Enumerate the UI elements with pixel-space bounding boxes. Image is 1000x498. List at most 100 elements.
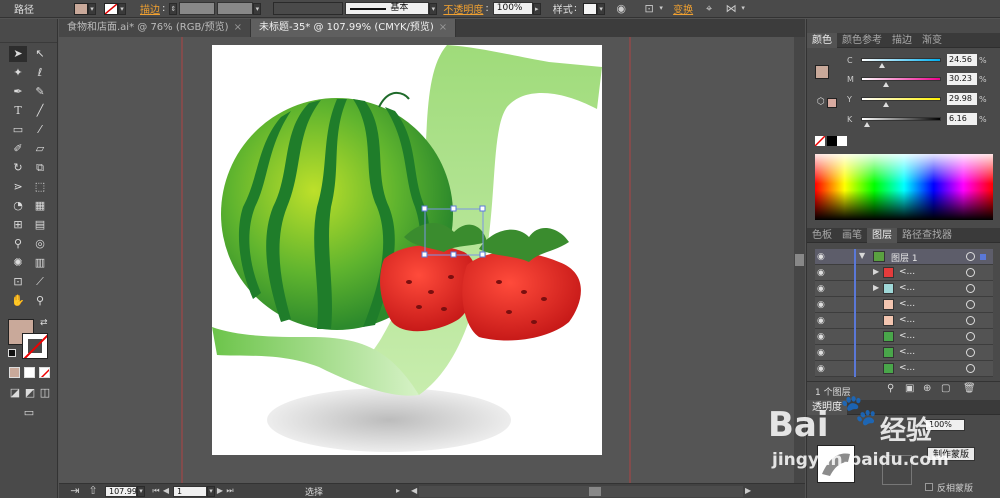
visibility-eye-icon[interactable]: ◉ — [817, 348, 825, 358]
recolor-artwork-icon[interactable]: ◉ — [613, 2, 629, 16]
isolate-icon[interactable]: ⌖ — [701, 2, 717, 16]
sublayer-name[interactable]: <... — [899, 315, 915, 325]
yellow-value[interactable]: 29.98 — [947, 93, 977, 105]
stroke-link[interactable]: 描边 — [140, 1, 160, 16]
brush-definition-field[interactable]: 基本 — [345, 2, 430, 15]
canvas-horizontal-scrollbar[interactable] — [419, 485, 744, 497]
canvas-area[interactable] — [59, 37, 794, 483]
color-spectrum[interactable] — [815, 154, 993, 220]
cyan-slider-knob[interactable] — [878, 63, 885, 68]
lasso-tool-icon[interactable]: ℓ — [31, 65, 49, 81]
eraser-tool-icon[interactable]: ▱ — [31, 141, 49, 157]
invert-mask-checkbox[interactable] — [925, 483, 933, 491]
close-icon[interactable]: × — [234, 22, 242, 33]
new-layer-icon[interactable]: ▢ — [941, 383, 950, 394]
none-swatch[interactable] — [815, 136, 825, 146]
artboard-tool-icon[interactable]: ⊡ — [9, 274, 27, 290]
shape-builder-tool-icon[interactable]: ◔ — [9, 198, 27, 214]
make-clipping-mask-icon[interactable]: ▣ — [905, 383, 914, 394]
hscroll-right-icon[interactable]: ▶ — [743, 484, 753, 498]
width-tool-icon[interactable]: ⋗ — [9, 179, 27, 195]
line-segment-tool-icon[interactable]: ╱ — [31, 103, 49, 119]
paintbrush-tool-icon[interactable]: ⁄ — [31, 122, 49, 138]
selection-tool-icon[interactable]: ➤ — [9, 46, 27, 62]
tab-layers[interactable]: 图层 — [867, 227, 897, 243]
sublayer-name[interactable]: <... — [899, 331, 915, 341]
next-artboard-icon[interactable]: ▶ — [215, 484, 225, 498]
visibility-eye-icon[interactable]: ◉ — [817, 332, 825, 342]
black-slider-knob[interactable] — [863, 122, 870, 127]
black-swatch[interactable] — [827, 136, 837, 146]
tools-panel-grip[interactable] — [0, 19, 57, 43]
sublayer-row[interactable]: ◉ <... — [815, 329, 993, 345]
export-icon[interactable]: ⇧ — [85, 484, 101, 498]
panel-menu-dropdown[interactable]: ▾ — [739, 3, 747, 15]
sublayer-target-icon[interactable] — [966, 364, 975, 373]
sublayer-name[interactable]: <... — [899, 299, 915, 309]
zoom-dropdown[interactable]: ▾ — [137, 485, 145, 497]
graphic-style-swatch[interactable] — [583, 2, 598, 15]
first-artboard-icon[interactable]: ⏮ — [151, 484, 161, 498]
mesh-tool-icon[interactable]: ⊞ — [9, 217, 27, 233]
black-slider[interactable] — [861, 117, 941, 127]
blend-tool-icon[interactable]: ◎ — [31, 236, 49, 252]
visibility-eye-icon[interactable]: ◉ — [817, 284, 825, 294]
sublayer-name[interactable]: <... — [899, 267, 915, 277]
artboard-field[interactable]: 1 — [173, 485, 207, 497]
sublayer-target-icon[interactable] — [966, 332, 975, 341]
sublayer-row[interactable]: ◉ <... — [815, 361, 993, 377]
zoom-tool-icon[interactable]: ⚲ — [31, 293, 49, 309]
layer-target-icon[interactable] — [966, 252, 975, 261]
gradient-mode-button[interactable] — [24, 367, 35, 378]
none-mode-button[interactable] — [39, 367, 50, 378]
panel-menu-icon[interactable]: ⋈ — [723, 2, 739, 16]
pen-tool-icon[interactable]: ✒ — [9, 84, 27, 100]
draw-behind-icon[interactable]: ◩ — [23, 385, 37, 401]
sublayer-row[interactable]: ◉ <... — [815, 297, 993, 313]
column-graph-tool-icon[interactable]: ▥ — [31, 255, 49, 271]
artboard-dropdown[interactable]: ▾ — [207, 485, 215, 497]
rectangle-tool-icon[interactable]: ▭ — [9, 122, 27, 138]
opacity-link[interactable]: 不透明度 — [443, 1, 483, 16]
expand-triangle-icon[interactable]: ▶ — [873, 267, 879, 276]
cyan-value[interactable]: 24.56 — [947, 54, 977, 66]
new-sublayer-icon[interactable]: ⊕ — [923, 383, 931, 394]
canvas-scroll-thumb[interactable] — [795, 254, 804, 266]
visibility-eye-icon[interactable]: ◉ — [817, 268, 825, 278]
graphic-style-dropdown[interactable]: ▾ — [597, 2, 606, 15]
visibility-eye-icon[interactable]: ◉ — [817, 316, 825, 326]
status-menu-icon[interactable]: ▸ — [393, 484, 403, 498]
pencil-tool-icon[interactable]: ✐ — [9, 141, 27, 157]
expand-triangle-icon[interactable]: ▼ — [859, 251, 865, 260]
sublayer-target-icon[interactable] — [966, 300, 975, 309]
tab-pathfinder[interactable]: 路径查找器 — [897, 228, 957, 243]
tab-color-guide[interactable]: 颜色参考 — [837, 33, 887, 48]
slice-tool-icon[interactable]: ⟋ — [31, 274, 49, 290]
scale-tool-icon[interactable]: ⧉ — [31, 160, 49, 176]
tab-brushes[interactable]: 画笔 — [837, 228, 867, 243]
fill-dropdown[interactable]: ▾ — [88, 2, 96, 15]
stroke-weight-stepper[interactable]: ⇕ — [169, 2, 178, 15]
curvature-tool-icon[interactable]: ✎ — [31, 84, 49, 100]
stroke-dropdown[interactable]: ▾ — [118, 2, 126, 15]
fill-swatch[interactable] — [74, 2, 88, 15]
align-dropdown[interactable]: ▾ — [657, 3, 665, 15]
tab-gradient[interactable]: 渐变 — [917, 33, 947, 48]
sublayer-row[interactable]: ◉ <... — [815, 345, 993, 361]
magenta-value[interactable]: 30.23 — [947, 73, 977, 85]
sublayer-target-icon[interactable] — [966, 284, 975, 293]
panel-stroke-swatch[interactable] — [827, 98, 837, 108]
magic-wand-tool-icon[interactable]: ✦ — [9, 65, 27, 81]
type-tool-icon[interactable]: T — [9, 103, 27, 119]
color-mode-button[interactable] — [9, 367, 20, 378]
sublayer-target-icon[interactable] — [966, 316, 975, 325]
perspective-grid-tool-icon[interactable]: ▦ — [31, 198, 49, 214]
stroke-color-box[interactable] — [22, 333, 48, 359]
stroke-profile-field[interactable] — [273, 2, 344, 15]
panel-fill-swatch[interactable] — [815, 65, 829, 79]
white-swatch[interactable] — [837, 136, 847, 146]
sublayer-name[interactable]: <... — [899, 363, 915, 373]
tab-document-1[interactable]: 食物和店面.ai* @ 76% (RGB/预览) × — [59, 19, 251, 37]
expand-triangle-icon[interactable]: ▶ — [873, 283, 879, 292]
visibility-eye-icon[interactable]: ◉ — [817, 364, 825, 374]
